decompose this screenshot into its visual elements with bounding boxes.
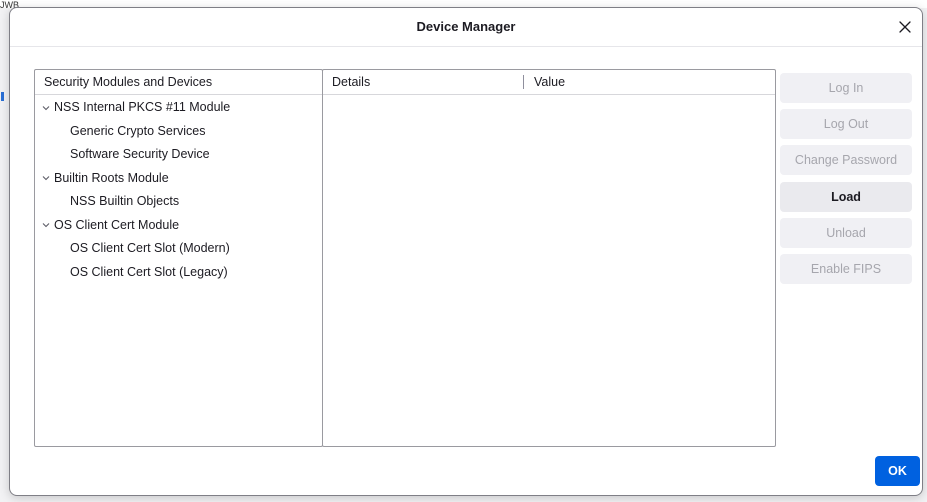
chevron-down-icon[interactable] xyxy=(41,173,51,183)
load-button[interactable]: Load xyxy=(780,182,912,212)
chevron-down-icon[interactable] xyxy=(41,103,51,113)
modules-tree-body: NSS Internal PKCS #11 Module Generic Cryp… xyxy=(35,95,322,284)
tree-module-row[interactable]: OS Client Cert Module xyxy=(35,214,322,238)
tree-module-row[interactable]: Builtin Roots Module xyxy=(35,167,322,191)
tree-device-row[interactable]: NSS Builtin Objects xyxy=(35,190,322,214)
details-table[interactable]: Details Value xyxy=(322,69,776,447)
tree-module-row[interactable]: NSS Internal PKCS #11 Module xyxy=(35,96,322,120)
enable-fips-button[interactable]: Enable FIPS xyxy=(780,254,912,284)
log-in-button[interactable]: Log In xyxy=(780,73,912,103)
tree-device-row[interactable]: OS Client Cert Slot (Modern) xyxy=(35,237,322,261)
unload-button[interactable]: Unload xyxy=(780,218,912,248)
tree-module-label: Builtin Roots Module xyxy=(54,170,169,185)
tree-module-label: OS Client Cert Module xyxy=(54,217,180,232)
tree-device-row[interactable]: OS Client Cert Slot (Legacy) xyxy=(35,261,322,285)
device-manager-dialog: Device Manager Security Modules and Devi… xyxy=(9,7,923,496)
tree-device-row[interactable]: Generic Crypto Services xyxy=(35,120,322,144)
close-button[interactable] xyxy=(894,16,916,38)
details-table-header: Details Value xyxy=(323,70,775,95)
dialog-title: Device Manager xyxy=(416,19,516,34)
tree-device-row[interactable]: Software Security Device xyxy=(35,143,322,167)
background-link-marker xyxy=(1,92,4,101)
log-out-button[interactable]: Log Out xyxy=(780,109,912,139)
value-column-header[interactable]: Value xyxy=(534,70,565,94)
tree-module-label: NSS Internal PKCS #11 Module xyxy=(54,100,231,114)
dialog-titlebar: Device Manager xyxy=(10,8,922,47)
change-password-button[interactable]: Change Password xyxy=(780,145,912,175)
close-icon xyxy=(899,21,911,33)
chevron-down-icon[interactable] xyxy=(41,220,51,230)
ok-button[interactable]: OK xyxy=(875,456,920,486)
column-separator[interactable] xyxy=(523,75,524,89)
modules-column-header[interactable]: Security Modules and Devices xyxy=(35,70,322,95)
security-modules-tree[interactable]: Security Modules and Devices NSS Interna… xyxy=(34,69,323,447)
details-column-header[interactable]: Details xyxy=(332,70,370,94)
